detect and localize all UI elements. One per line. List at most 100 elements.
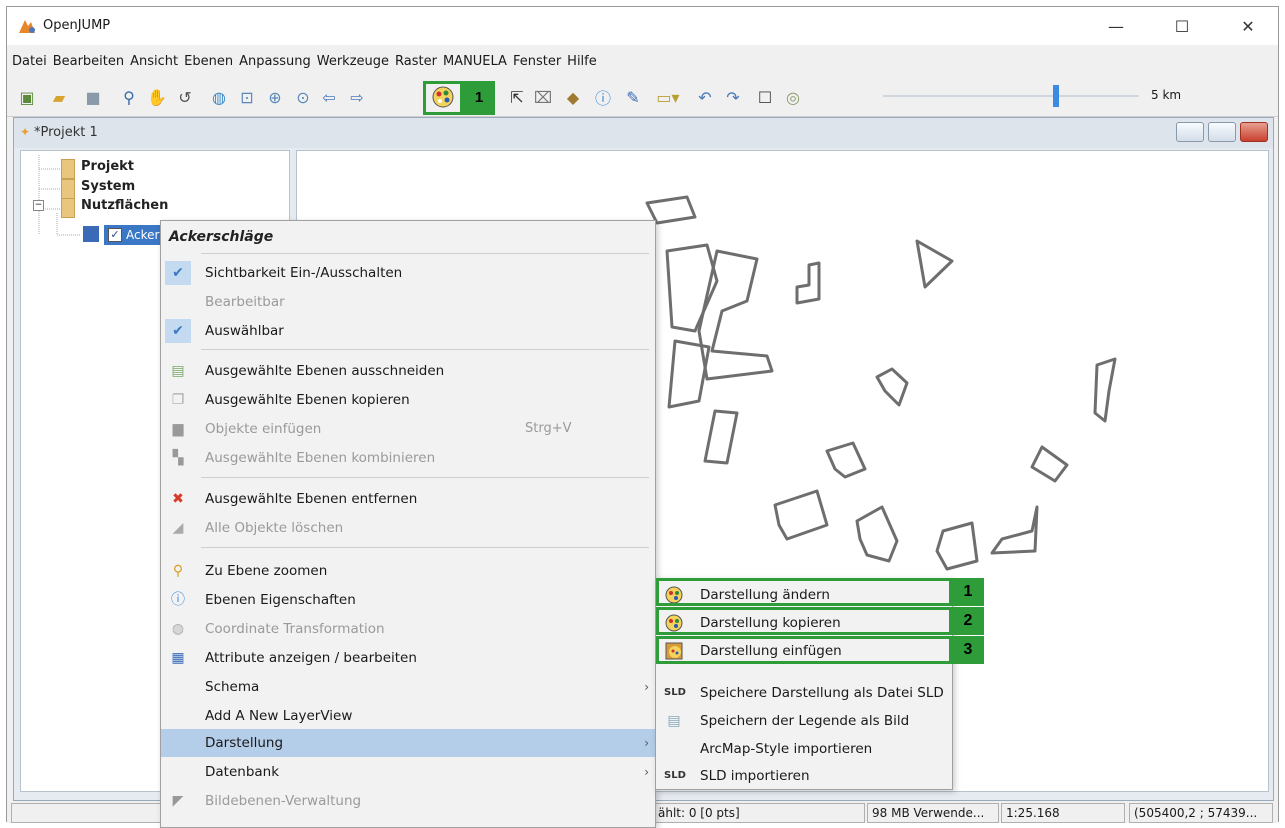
measure-icon[interactable]: ▭▾ [651,85,685,109]
menu-item-label: Ebenen Eigenschaften [205,592,356,608]
collapse-toggle-icon[interactable]: − [33,200,44,211]
frame-close-button[interactable] [1240,122,1268,142]
status-selected: ählt: 0 [0 pts] [653,803,865,823]
menu-item-zoomen[interactable]: ⚲ Zu Ebene zoomen [161,557,655,585]
box-icon[interactable]: ◆ [561,85,585,109]
arrow-right-icon[interactable]: ⇨ [345,85,369,109]
menu-item-label: Auswählbar [205,323,284,339]
close-button[interactable]: ✕ [1225,13,1271,41]
menu-datei[interactable]: Datei [9,54,50,69]
menu-item-eigenschaften[interactable]: ⓘ Ebenen Eigenschaften [161,586,655,614]
new-project-icon[interactable]: ▣ [15,85,39,109]
menu-hilfe[interactable]: Hilfe [564,54,600,69]
scale-slider-track[interactable] [883,95,1139,97]
menu-item-entfernen[interactable]: ✖ Ausgewählte Ebenen entfernen [161,485,655,513]
select-arrow-icon[interactable]: ⇱ [505,85,529,109]
zoom-to-layer-icon[interactable]: ⊡ [235,85,259,109]
edit-icon[interactable]: ✎ [621,85,645,109]
rectangle-icon[interactable]: ☐ [753,85,777,109]
menu-item-label: Coordinate Transformation [205,621,385,637]
project-icon: ✦ [20,125,31,139]
frame-title: *Projekt 1 [34,125,98,140]
menu-item-datenbank[interactable]: Datenbank › [161,758,655,786]
submenu-item-sld-speichern[interactable]: SLD Speichere Darstellung als Datei SLD [656,679,952,707]
maximize-button[interactable]: ☐ [1159,13,1205,41]
wms-icon[interactable]: ◎ [781,85,805,109]
submenu-item-arcmap[interactable]: ArcMap-Style importieren [656,735,952,763]
menu-item-kombinieren[interactable]: ▚ Ausgewählte Ebenen kombinieren [161,444,655,472]
sld-export-icon: SLD [664,687,686,698]
menu-item-bearbeitbar[interactable]: Bearbeitbar [161,288,655,316]
image-layer-icon: ◤ [172,793,184,809]
menu-item-ausschneiden[interactable]: ▤ Ausgewählte Ebenen ausschneiden [161,357,655,385]
separator [201,477,649,478]
menu-item-label: Alle Objekte löschen [205,520,344,536]
zoom-in-icon[interactable]: ⊕ [263,85,287,109]
menu-item-kopieren[interactable]: ❐ Ausgewählte Ebenen kopieren [161,386,655,414]
submenu-item-legende-bild[interactable]: ▤ Speichern der Legende als Bild [656,707,952,735]
pan-icon[interactable]: ✋ [145,85,169,109]
menu-item-label: Objekte einfügen [205,421,322,437]
menu-bearbeiten[interactable]: Bearbeiten [50,54,127,69]
select-features-icon[interactable]: ⌧ [531,85,555,109]
highlight-box-1 [656,578,952,606]
menu-item-label: Ausgewählte Ebenen entfernen [205,491,418,507]
shortcut-label: Strg+V [525,421,572,436]
menu-fenster[interactable]: Fenster [510,54,564,69]
menu-item-auswaehlbar[interactable]: ✔ Auswählbar [161,317,655,345]
menu-item-darstellung[interactable]: Darstellung › [161,729,655,757]
menu-item-bildebenen[interactable]: ◤ Bildebenen-Verwaltung [161,787,655,815]
arrow-left-icon[interactable]: ⇦ [317,85,341,109]
menu-item-add-layerview[interactable]: Add A New LayerView [161,702,655,730]
zoom-previous-icon[interactable]: ↺ [173,85,197,109]
menu-item-sichtbarkeit[interactable]: ✔ Sichtbarkeit Ein-/Ausschalten [161,259,655,287]
menu-item-schema[interactable]: Schema › [161,673,655,701]
submenu-arrow-icon: › [644,680,649,694]
layer-context-menu: Ackerschläge ✔ Sichtbarkeit Ein-/Ausscha… [160,220,656,828]
redo-icon[interactable]: ↷ [721,85,745,109]
toolbar-step-badge: 1 [463,81,495,115]
frame-minimize-button[interactable] [1176,122,1204,142]
globe-icon[interactable]: ◍ [207,85,231,109]
menu-ansicht[interactable]: Ansicht [127,54,181,69]
menu-werkzeuge[interactable]: Werkzeuge [314,54,392,69]
undo-icon[interactable]: ↶ [693,85,717,109]
layer-color-swatch [83,226,99,242]
submenu-arrow-icon: › [644,736,649,750]
table-icon: ▦ [171,650,185,666]
remove-icon: ✖ [172,491,184,507]
menu-item-alle-loeschen[interactable]: ◢ Alle Objekte löschen [161,514,655,542]
combine-icon: ▚ [172,450,184,466]
menu-item-coordinate-transformation[interactable]: ◍ Coordinate Transformation [161,615,655,643]
tree-item-projekt[interactable]: Projekt [81,159,134,174]
menu-item-label: Bearbeitbar [205,294,285,310]
menu-raster[interactable]: Raster [392,54,440,69]
menu-item-attribute[interactable]: ▦ Attribute anzeigen / bearbeiten [161,644,655,672]
open-folder-icon[interactable]: ▰ [47,85,71,109]
window-title: OpenJUMP [43,18,111,33]
tree-item-nutzflaechen[interactable]: Nutzflächen [81,198,168,213]
menu-item-label: Ausgewählte Ebenen kombinieren [205,450,436,466]
save-icon[interactable]: ■ [81,85,105,109]
submenu-item-sld-importieren[interactable]: SLD SLD importieren [656,762,952,790]
scale-slider-thumb[interactable] [1053,85,1059,107]
menu-item-objekte-einfuegen[interactable]: ▆ Objekte einfügen Strg+V [161,415,655,443]
minimize-button[interactable]: — [1093,13,1139,41]
tree-item-system[interactable]: System [81,179,135,194]
menu-item-label: Zu Ebene zoomen [205,563,328,579]
separator [201,547,649,548]
layer-visible-checkbox[interactable]: ✓ [108,228,122,242]
style-palette-icon[interactable] [431,85,455,109]
status-scale: 1:25.168 [1001,803,1125,823]
menu-ebenen[interactable]: Ebenen [181,54,236,69]
submenu-item-label: ArcMap-Style importieren [700,741,873,757]
menu-anpassung[interactable]: Anpassung [236,54,314,69]
info-icon[interactable]: ⓘ [591,85,615,109]
zoom-selected-icon[interactable]: ⊙ [291,85,315,109]
frame-maximize-button[interactable] [1208,122,1236,142]
zoom-icon[interactable]: ⚲ [117,85,141,109]
folder-icon [61,159,75,179]
menu-manuela[interactable]: MANUELA [440,54,510,69]
title-bar: OpenJUMP — ☐ ✕ [7,7,1278,45]
menu-item-label: Sichtbarkeit Ein-/Ausschalten [205,265,403,281]
